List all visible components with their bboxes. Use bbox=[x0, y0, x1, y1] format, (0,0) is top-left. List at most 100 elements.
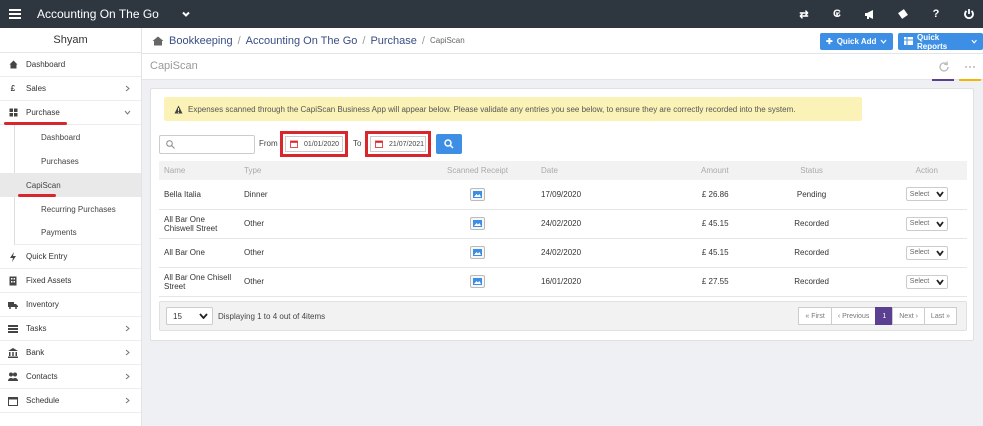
sidebar-item-label: Sales bbox=[26, 84, 47, 93]
refresh-icon[interactable] bbox=[938, 61, 950, 73]
col-action[interactable]: Action bbox=[886, 161, 967, 180]
col-type[interactable]: Type bbox=[239, 161, 419, 180]
menu-icon[interactable] bbox=[9, 9, 21, 19]
next-page-button[interactable]: Next › bbox=[892, 307, 925, 325]
breadcrumb-company[interactable]: Accounting On The Go bbox=[246, 35, 358, 47]
capiscan-annotation-underline bbox=[18, 194, 56, 197]
col-name[interactable]: Name bbox=[159, 161, 239, 180]
image-icon[interactable] bbox=[470, 217, 485, 230]
table-row[interactable]: Bella Italia Dinner 17/09/2020 £ 26.86 P… bbox=[159, 180, 967, 210]
cell-receipt bbox=[419, 180, 536, 210]
cell-amount: £ 27.55 bbox=[696, 267, 737, 297]
chevron-right-icon bbox=[125, 85, 130, 92]
search-input[interactable] bbox=[159, 135, 255, 154]
cell-name: All Bar One Chiswell Street bbox=[159, 209, 239, 239]
tag-icon[interactable] bbox=[897, 8, 909, 20]
from-date-field[interactable]: 01/01/2020 bbox=[285, 136, 343, 152]
users-icon bbox=[8, 372, 18, 382]
action-select[interactable]: Select bbox=[905, 245, 948, 260]
image-icon[interactable] bbox=[470, 246, 485, 259]
sidebar-item-quick-entry[interactable]: Quick Entry bbox=[0, 245, 141, 269]
truck-icon bbox=[8, 300, 18, 310]
sidebar-item-schedule[interactable]: Schedule bbox=[0, 389, 141, 413]
sidebar-item-bank[interactable]: Bank bbox=[0, 341, 141, 365]
currency-icon[interactable]: ₢ bbox=[831, 8, 843, 20]
breadcrumb-current: CapiScan bbox=[429, 36, 465, 45]
sidebar-item-label: Dashboard bbox=[26, 60, 66, 69]
cell-date: 24/02/2020 bbox=[536, 209, 696, 239]
chevron-right-icon bbox=[125, 373, 130, 380]
app-title[interactable]: Accounting On The Go bbox=[37, 7, 159, 21]
swap-icon[interactable]: ⇄ bbox=[798, 8, 810, 21]
sidebar-subitem-purchases[interactable]: Purchases bbox=[14, 149, 141, 173]
quick-reports-button[interactable]: Quick Reports bbox=[898, 33, 983, 51]
sidebar-subitem-recurring-purchases[interactable]: Recurring Purchases bbox=[14, 197, 141, 221]
breadcrumb-separator: / bbox=[237, 34, 241, 47]
search-button[interactable] bbox=[436, 134, 462, 154]
sidebar-subitem-payments[interactable]: Payments bbox=[14, 221, 141, 245]
sidebar-item-sales[interactable]: £ Sales bbox=[0, 77, 141, 101]
home-icon bbox=[152, 36, 164, 45]
sidebar-item-label: Contacts bbox=[26, 372, 58, 381]
cell-receipt bbox=[419, 209, 536, 239]
sidebar-subitem-dashboard[interactable]: Dashboard bbox=[14, 125, 141, 149]
to-date-field[interactable]: 21/07/2021 bbox=[370, 136, 426, 152]
chevron-down-icon bbox=[124, 110, 131, 115]
page-size-select[interactable]: 15 bbox=[166, 307, 213, 325]
chevron-down-icon bbox=[971, 39, 977, 44]
sidebar-item-fixed-assets[interactable]: Fixed Assets bbox=[0, 269, 141, 293]
breadcrumb-purchase[interactable]: Purchase bbox=[370, 35, 416, 47]
table-footer: 15 Displaying 1 to 4 out of 4items « Fir… bbox=[159, 301, 967, 331]
from-label: From bbox=[259, 139, 278, 148]
action-select-value: Select bbox=[909, 220, 930, 227]
breadcrumb-bookkeeping[interactable]: Bookkeeping bbox=[169, 35, 233, 47]
quick-add-label: Quick Add bbox=[836, 37, 877, 46]
to-label: To bbox=[353, 139, 362, 148]
col-date[interactable]: Date bbox=[536, 161, 696, 180]
help-icon[interactable]: ? bbox=[930, 8, 942, 20]
action-select[interactable]: Select bbox=[905, 187, 948, 202]
table-row[interactable]: All Bar One Chiswell Street Other 24/02/… bbox=[159, 209, 967, 239]
from-date-highlight: 01/01/2020 bbox=[280, 131, 348, 157]
previous-page-button[interactable]: ‹ Previous bbox=[830, 307, 877, 325]
last-page-button[interactable]: Last » bbox=[923, 307, 957, 325]
chevron-down-icon bbox=[936, 249, 944, 256]
image-icon[interactable] bbox=[470, 187, 485, 201]
action-select-value: Select bbox=[909, 190, 930, 198]
plus-icon: ✚ bbox=[826, 37, 833, 46]
power-icon[interactable] bbox=[963, 8, 975, 20]
table-header-row: Name Type Scanned Receipt Date Amount St… bbox=[159, 161, 967, 180]
table-icon bbox=[904, 36, 913, 47]
sidebar-user-name[interactable]: Shyam bbox=[0, 28, 141, 53]
page-size-value: 15 bbox=[173, 311, 182, 321]
chevron-down-icon bbox=[880, 39, 887, 44]
sidebar-item-label: Schedule bbox=[26, 396, 60, 405]
col-scanned-receipt[interactable]: Scanned Receipt bbox=[419, 161, 536, 180]
sidebar-item-tasks[interactable]: Tasks bbox=[0, 317, 141, 341]
breadcrumb-separator: / bbox=[421, 34, 425, 47]
table-row[interactable]: All Bar One Other 24/02/2020 £ 45.15 Rec… bbox=[159, 238, 967, 268]
breadcrumb-bar: Bookkeeping / Accounting On The Go / Pur… bbox=[142, 28, 983, 54]
sidebar-item-inventory[interactable]: Inventory bbox=[0, 293, 141, 317]
sidebar-item-dashboard[interactable]: Dashboard bbox=[0, 53, 141, 77]
action-select[interactable]: Select bbox=[905, 274, 948, 289]
company-switch-chevron-icon[interactable] bbox=[180, 8, 192, 20]
col-status[interactable]: Status bbox=[736, 161, 887, 180]
chevron-down-icon bbox=[199, 313, 208, 319]
table-row[interactable]: All Bar One Chisell Street Other 16/01/2… bbox=[159, 267, 967, 297]
chevron-right-icon bbox=[125, 397, 130, 404]
search-icon bbox=[166, 140, 175, 149]
cell-amount: £ 45.15 bbox=[696, 238, 737, 268]
col-amount[interactable]: Amount bbox=[696, 161, 737, 180]
cell-action: Select bbox=[886, 209, 967, 239]
first-page-button[interactable]: « First bbox=[798, 307, 832, 325]
more-icon[interactable] bbox=[964, 61, 976, 73]
sidebar-item-label: Fixed Assets bbox=[26, 276, 72, 285]
page-1-button[interactable]: 1 bbox=[875, 307, 894, 325]
sidebar-item-contacts[interactable]: Contacts bbox=[0, 365, 141, 389]
megaphone-icon[interactable] bbox=[864, 8, 876, 20]
image-icon[interactable] bbox=[470, 275, 485, 288]
cell-amount: £ 26.86 bbox=[696, 180, 737, 210]
action-select[interactable]: Select bbox=[905, 216, 948, 231]
quick-add-button[interactable]: ✚ Quick Add bbox=[820, 33, 894, 50]
